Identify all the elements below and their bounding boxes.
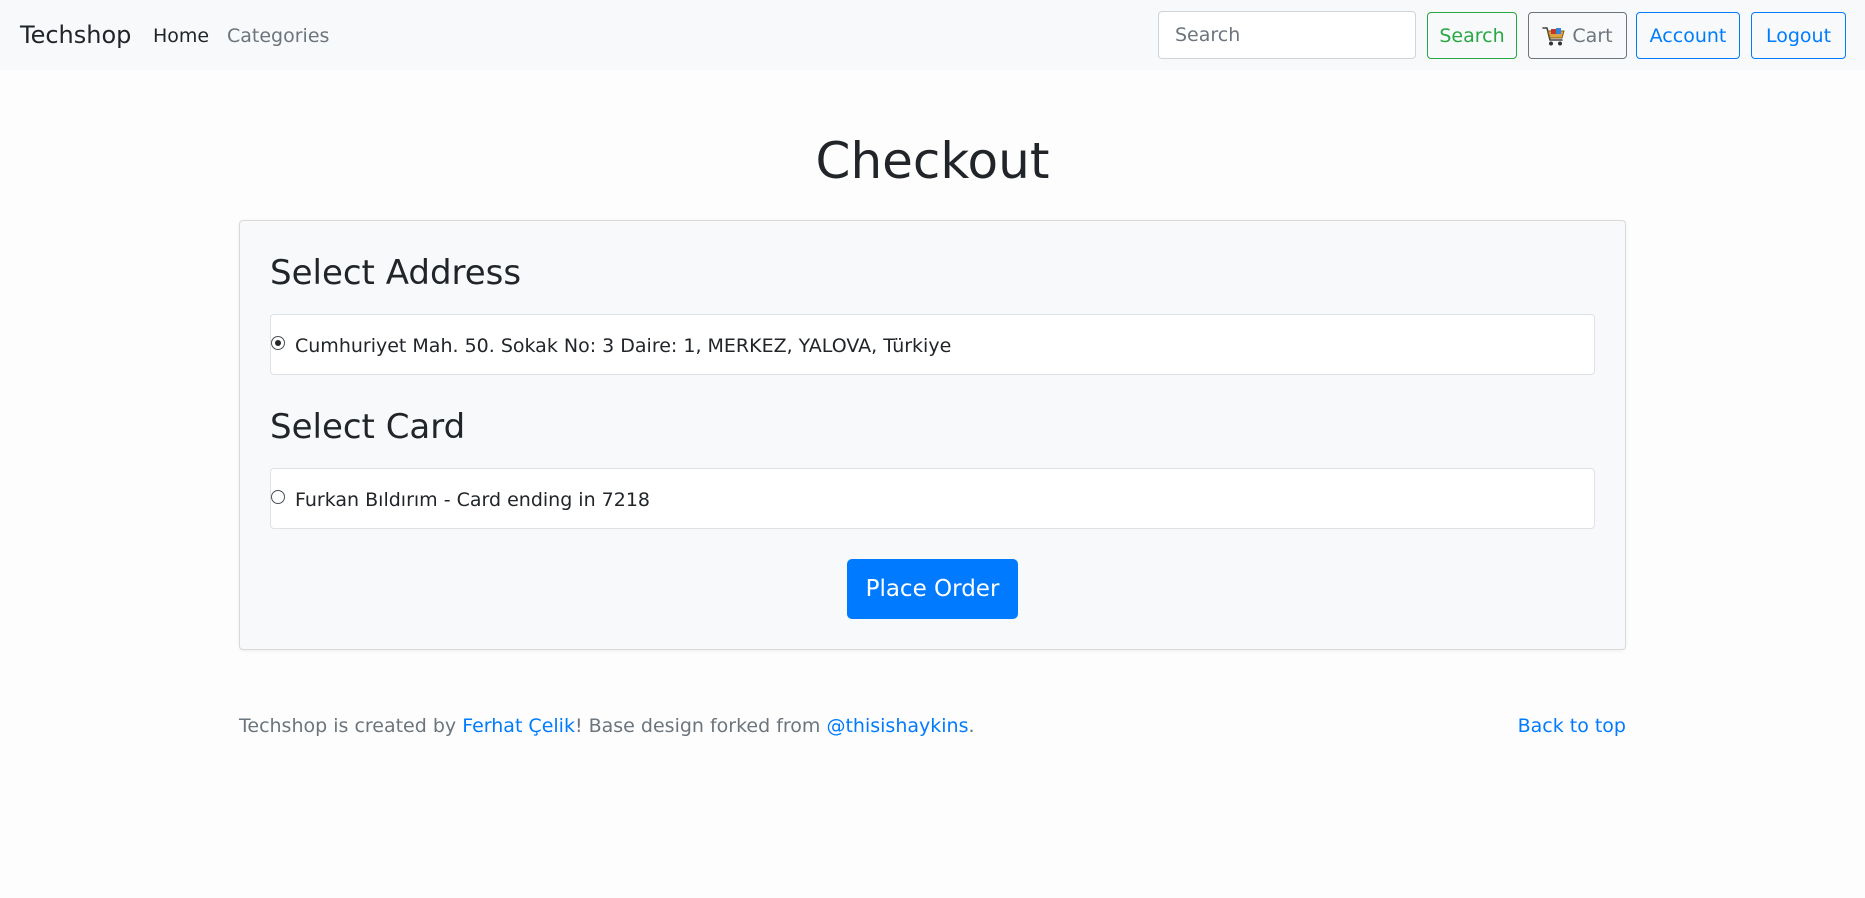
checkout-card: Select Address Cumhuriyet Mah. 50. Sokak…: [239, 220, 1626, 650]
search-button[interactable]: Search: [1427, 12, 1517, 59]
logout-button[interactable]: Logout: [1751, 12, 1846, 59]
page-title: Checkout: [815, 132, 1050, 190]
nav-link-home[interactable]: Home: [153, 22, 209, 50]
search-input[interactable]: [1158, 11, 1416, 59]
footer-middle: ! Base design forked from: [574, 715, 827, 737]
place-order-button[interactable]: Place Order: [847, 559, 1018, 619]
footer-prefix: Techshop is created by: [239, 715, 463, 737]
address-option[interactable]: Cumhuriyet Mah. 50. Sokak No: 3 Daire: 1…: [270, 314, 1595, 375]
card-option[interactable]: Furkan Bıldırım - Card ending in 7218: [270, 468, 1595, 529]
select-card-heading: Select Card: [270, 407, 466, 447]
author-link[interactable]: Ferhat Çelik: [462, 715, 575, 737]
shopping-cart-icon: [1542, 25, 1566, 47]
address-radio[interactable]: [271, 336, 285, 350]
nav-link-categories[interactable]: Categories: [227, 22, 329, 50]
cart-button[interactable]: Cart: [1528, 12, 1627, 59]
footer-credits: Techshop is created by Ferhat Çelik! Bas…: [239, 713, 975, 739]
cart-button-label: Cart: [1572, 24, 1613, 47]
footer-suffix: .: [968, 715, 975, 737]
card-label: Furkan Bıldırım - Card ending in 7218: [295, 489, 651, 511]
navbar: Techshop Home Categories Search Cart Acc…: [0, 0, 1865, 70]
address-label: Cumhuriyet Mah. 50. Sokak No: 3 Daire: 1…: [295, 335, 952, 357]
account-button[interactable]: Account: [1636, 12, 1740, 59]
brand-logo[interactable]: Techshop: [20, 18, 131, 52]
fork-link[interactable]: @thisishaykins: [826, 715, 968, 737]
select-address-heading: Select Address: [270, 253, 522, 293]
back-to-top-link[interactable]: Back to top: [1518, 713, 1626, 739]
card-radio[interactable]: [271, 490, 285, 504]
